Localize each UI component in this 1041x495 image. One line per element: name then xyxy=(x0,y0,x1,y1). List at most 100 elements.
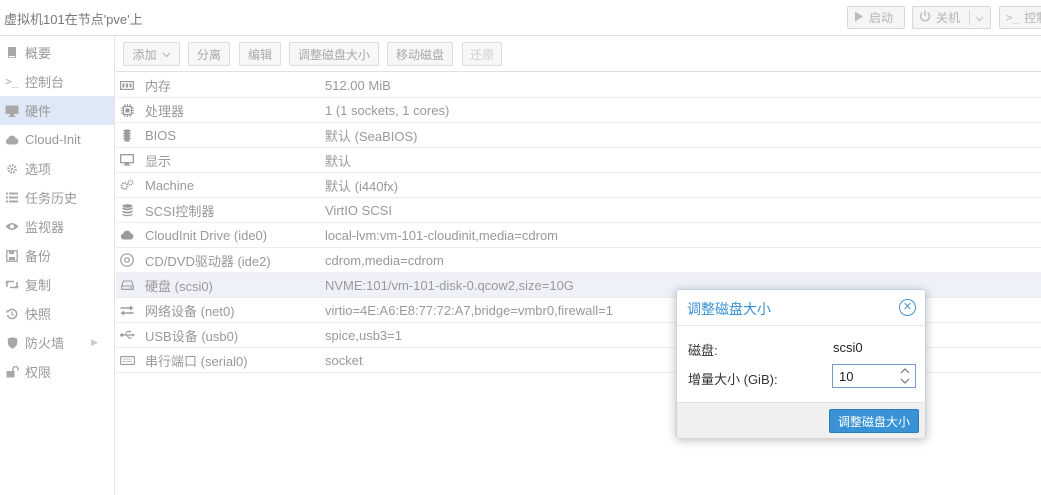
shutdown-button[interactable]: 关机 xyxy=(912,6,991,29)
hardware-toolbar: 添加 分离 编辑 调整磁盘大小 移动磁盘 还原 xyxy=(116,37,1041,72)
hardware-row-memory[interactable]: 内存 512.00 MiB xyxy=(116,73,1041,98)
cloud-icon xyxy=(4,132,20,148)
sidebar-item-label: 权限 xyxy=(25,365,52,380)
book-icon xyxy=(4,45,20,61)
sidebar-item-options[interactable]: 选项 xyxy=(0,154,114,183)
exchange-icon xyxy=(119,302,135,318)
dialog-footer: 调整磁盘大小 xyxy=(677,402,925,438)
header: 虚拟机101在节点'pve'上 启动 关机 >_ 控制 xyxy=(0,0,1041,36)
chevron-down-icon[interactable] xyxy=(975,11,984,25)
sidebar-item-summary[interactable]: 概要 xyxy=(0,38,114,67)
sidebar-item-hardware[interactable]: 硬件 xyxy=(0,96,114,125)
sidebar-item-label: 选项 xyxy=(25,162,52,177)
hardware-value: virtio=4E:A6:E8:77:72:A7,bridge=vmbr0,fi… xyxy=(325,302,613,318)
terminal-icon: >_ xyxy=(5,75,19,88)
hardware-name: 处理器 xyxy=(145,103,185,119)
revert-button[interactable]: 还原 xyxy=(462,42,502,66)
hardware-value: 默认 (SeaBIOS) xyxy=(325,128,418,144)
disk-value: scsi0 xyxy=(833,340,863,355)
hardware-value: spice,usb3=1 xyxy=(325,327,402,343)
sidebar-item-firewall[interactable]: 防火墙 ▶ xyxy=(0,328,114,357)
cpu-icon xyxy=(119,102,135,118)
sidebar-item-backup[interactable]: 备份 xyxy=(0,241,114,270)
dialog-header: 调整磁盘大小 ✕ xyxy=(677,290,925,326)
hardware-name: SCSI控制器 xyxy=(145,203,215,219)
sidebar-item-label: 备份 xyxy=(25,249,52,264)
add-button[interactable]: 添加 xyxy=(123,42,180,66)
cd-icon xyxy=(119,252,135,268)
increment-size-input[interactable] xyxy=(839,366,899,386)
hardware-row-scsi-controller[interactable]: SCSI控制器 VirtIO SCSI xyxy=(116,198,1041,223)
hardware-value: local-lvm:vm-101-cloudinit,media=cdrom xyxy=(325,227,558,243)
hardware-row-cd-dvd-drive[interactable]: CD/DVD驱动器 (ide2) cdrom,media=cdrom xyxy=(116,248,1041,273)
sidebar-item-permissions[interactable]: 权限 xyxy=(0,357,114,386)
edit-label: 编辑 xyxy=(247,47,272,62)
sidebar-item-label: 任务历史 xyxy=(25,191,78,206)
sidebar-item-label: 防火墙 xyxy=(25,336,65,351)
hardware-name: 硬盘 (scsi0) xyxy=(145,278,213,294)
expand-arrow-icon[interactable]: ▶ xyxy=(91,337,98,348)
detach-label: 分离 xyxy=(196,47,221,62)
sidebar-item-label: 控制台 xyxy=(25,75,65,90)
sidebar-item-monitor[interactable]: 监视器 xyxy=(0,212,114,241)
move-disk-button[interactable]: 移动磁盘 xyxy=(387,42,453,66)
hardware-row-cloudinit-drive[interactable]: CloudInit Drive (ide0) local-lvm:vm-101-… xyxy=(116,223,1041,248)
memory-icon xyxy=(119,77,135,93)
usb-icon xyxy=(119,327,135,343)
page-title: 虚拟机101在节点'pve'上 xyxy=(4,12,143,27)
add-label: 添加 xyxy=(132,47,157,62)
hardware-name: 网络设备 (net0) xyxy=(145,303,235,319)
sidebar-item-replication[interactable]: 复制 xyxy=(0,270,114,299)
resize-disk-button[interactable]: 调整磁盘大小 xyxy=(289,42,379,66)
microchip-icon xyxy=(119,127,135,143)
sidebar-item-cloud-init[interactable]: Cloud-Init xyxy=(0,125,114,154)
hardware-value: NVME:101/vm-101-disk-0.qcow2,size=10G xyxy=(325,277,574,293)
hdd-icon xyxy=(119,277,135,293)
hardware-row-display[interactable]: 显示 默认 xyxy=(116,148,1041,173)
keyboard-icon xyxy=(119,352,135,368)
resize-disk-submit-button[interactable]: 调整磁盘大小 xyxy=(829,409,919,433)
hardware-value: 1 (1 sockets, 1 cores) xyxy=(325,102,450,118)
history-icon xyxy=(4,306,20,322)
sidebar-item-label: 快照 xyxy=(25,307,52,322)
shutdown-label: 关机 xyxy=(936,11,961,25)
hardware-value: cdrom,media=cdrom xyxy=(325,252,444,268)
resize-disk-dialog: 调整磁盘大小 ✕ 磁盘: scsi0 增量大小 (GiB): 调整磁盘大小 xyxy=(676,289,926,438)
hardware-row-processor[interactable]: 处理器 1 (1 sockets, 1 cores) xyxy=(116,98,1041,123)
hardware-name: Machine xyxy=(145,177,195,193)
sidebar-item-label: 硬件 xyxy=(25,104,52,119)
power-icon xyxy=(919,10,931,25)
hardware-value: socket xyxy=(325,352,363,368)
hardware-name: CD/DVD驱动器 (ide2) xyxy=(145,253,271,269)
increment-size-label: 增量大小 (GiB): xyxy=(688,372,778,387)
sidebar-item-label: 复制 xyxy=(25,278,52,293)
unlock-icon xyxy=(4,364,20,380)
increment-size-field[interactable] xyxy=(832,364,916,388)
close-icon[interactable]: ✕ xyxy=(899,299,916,316)
terminal-icon: >_ xyxy=(1006,11,1020,24)
monitor-icon xyxy=(119,152,135,168)
sidebar-item-snapshots[interactable]: 快照 xyxy=(0,299,114,328)
detach-button[interactable]: 分离 xyxy=(188,42,230,66)
sidebar-item-label: Cloud-Init xyxy=(25,132,81,147)
hardware-name: USB设备 (usb0) xyxy=(145,328,239,344)
sidebar-item-label: 概要 xyxy=(25,46,52,61)
sidebar-item-task-history[interactable]: 任务历史 xyxy=(0,183,114,212)
resize-disk-submit-label: 调整磁盘大小 xyxy=(837,414,910,429)
cogs-icon xyxy=(119,177,135,193)
start-label: 启动 xyxy=(869,11,894,25)
database-icon xyxy=(119,202,135,218)
hardware-row-bios[interactable]: BIOS 默认 (SeaBIOS) xyxy=(116,123,1041,148)
play-icon xyxy=(854,11,864,25)
spinner-arrows-icon[interactable] xyxy=(899,367,911,385)
resize-disk-label: 调整磁盘大小 xyxy=(297,47,370,62)
sidebar-item-console[interactable]: >_ 控制台 xyxy=(0,67,114,96)
console-label: 控制 xyxy=(1024,11,1041,25)
console-button[interactable]: >_ 控制 xyxy=(999,6,1041,29)
start-button[interactable]: 启动 xyxy=(847,6,905,29)
floppy-icon xyxy=(4,248,20,264)
hardware-row-machine[interactable]: Machine 默认 (i440fx) xyxy=(116,173,1041,198)
hardware-name: 串行端口 (serial0) xyxy=(145,353,248,369)
edit-button[interactable]: 编辑 xyxy=(239,42,281,66)
chevron-down-icon xyxy=(162,47,171,61)
